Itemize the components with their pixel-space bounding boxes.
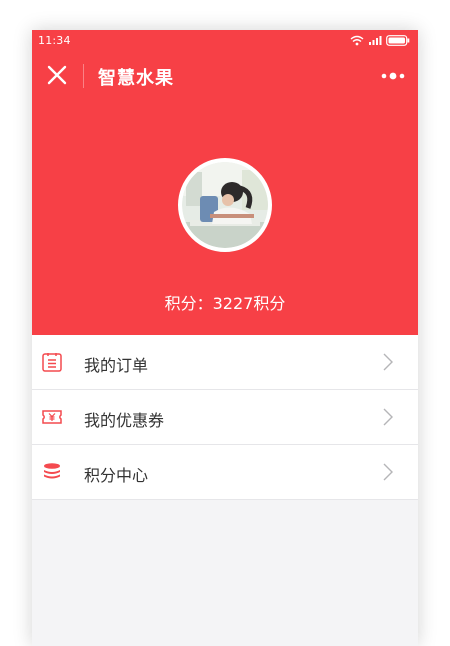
signal-icon — [369, 35, 382, 45]
menu-item-label: 我的优惠券 — [84, 411, 165, 430]
order-list-icon — [42, 353, 62, 372]
points-stack-icon — [44, 463, 60, 479]
status-icons — [350, 34, 410, 46]
close-button[interactable] — [44, 62, 70, 88]
chevron-right-icon — [383, 353, 393, 371]
points-balance: 积分：3227积分 — [164, 294, 286, 313]
chevron-right-icon — [383, 463, 393, 481]
menu-item-orders[interactable]: 我的订单 — [32, 335, 418, 390]
menu-item-label: 积分中心 — [84, 466, 149, 485]
phone-screen: 11:34 智慧水果 积分：3227积分 我的订单 我的优惠券 积分中心 — [32, 30, 418, 646]
menu-item-points-center[interactable]: 积分中心 — [32, 445, 418, 500]
menu-item-label: 我的订单 — [84, 356, 149, 375]
status-time: 11:34 — [38, 34, 71, 47]
more-button[interactable] — [378, 64, 408, 88]
profile-header: 11:34 智慧水果 积分：3227积分 — [32, 30, 418, 335]
avatar[interactable] — [178, 158, 272, 252]
chevron-right-icon — [383, 408, 393, 426]
page-title: 智慧水果 — [98, 68, 174, 89]
nav-bar: 智慧水果 — [32, 52, 418, 98]
status-bar: 11:34 — [32, 30, 418, 50]
nav-divider — [83, 64, 84, 88]
menu-list: 我的订单 我的优惠券 积分中心 — [32, 335, 418, 500]
coupon-icon — [42, 410, 62, 424]
more-dots-icon — [381, 72, 405, 80]
avatar-photo — [182, 162, 268, 248]
close-icon — [47, 65, 67, 85]
wifi-icon — [350, 35, 364, 45]
battery-icon — [386, 34, 410, 46]
menu-item-coupons[interactable]: 我的优惠券 — [32, 390, 418, 445]
